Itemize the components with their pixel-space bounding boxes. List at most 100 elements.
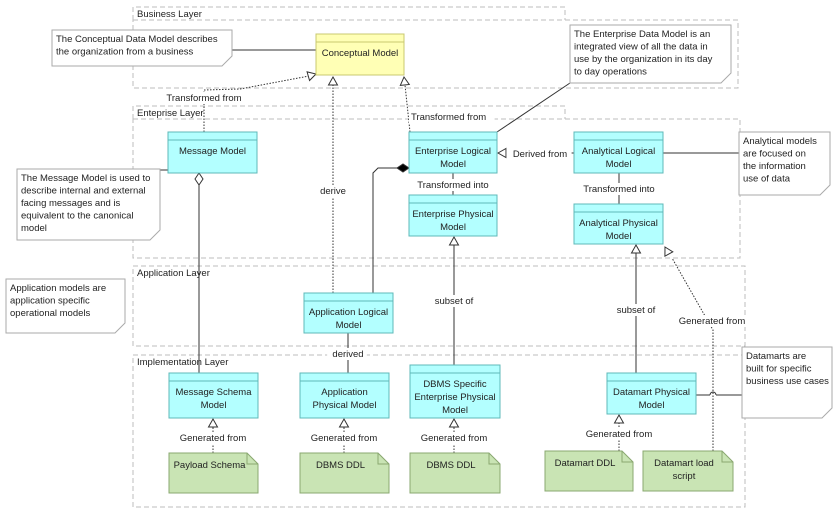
relation-label: Generated from (679, 316, 746, 327)
element-label: DBMS Specific (423, 379, 487, 390)
element-label: Model (639, 400, 665, 411)
relation-label: Transformed from (411, 112, 486, 123)
note-analytical[interactable]: Analytical models are focused onthe infor… (738, 131, 831, 196)
note-text: to day operations (574, 67, 647, 78)
layer-label: Enteprise Layer (137, 108, 204, 119)
arrowhead-icon (448, 417, 460, 428)
element-ent-logical[interactable]: Enterprise Logical Model (408, 131, 498, 174)
arrowhead-icon (630, 243, 642, 254)
element-ana-logical[interactable]: Analytical Logical Model (573, 131, 664, 174)
artifact-payload[interactable]: Payload Schema (168, 452, 259, 494)
aggregation-diamond-icon (194, 172, 204, 186)
relation-label: Transformed into (417, 180, 488, 191)
transformed-from-connector[interactable] (404, 84, 411, 133)
arrowhead-icon (338, 417, 350, 428)
note-text: The Message Model is used to (21, 173, 150, 184)
element-ana-physical[interactable]: Analytical Physical Model (573, 203, 664, 245)
element-message[interactable]: Message Model (167, 131, 258, 174)
element-dbms-specific[interactable]: DBMS Specific Enterprise Physical Model (409, 364, 501, 419)
artifact-label: Payload Schema (174, 460, 247, 471)
relation-label: Transformed from (166, 93, 241, 104)
relation-label: subset of (617, 305, 656, 316)
element-label: Datamart Physical (613, 387, 690, 398)
artifact-ddl1[interactable]: DBMS DDL (299, 452, 390, 494)
note-text: the organization from a business (56, 47, 194, 58)
relation-label: Generated from (421, 433, 488, 444)
note-text: Analytical models (743, 136, 817, 147)
arrowhead-icon (613, 413, 625, 424)
composition-diamond-icon (396, 163, 410, 173)
note-enterprise[interactable]: The Enterprise Data Model is an integrate… (569, 24, 732, 84)
element-label: Model (201, 400, 227, 411)
layer-label: Business Layer (137, 9, 202, 20)
note-link[interactable] (496, 82, 571, 133)
note-message[interactable]: The Message Model is used to describe int… (16, 168, 161, 241)
relation-label: derived (332, 349, 363, 360)
artifact-datamart-load[interactable]: Datamart load script (642, 450, 734, 492)
note-text: operational models (10, 308, 91, 319)
relation-label: Generated from (180, 433, 247, 444)
arrowhead-icon (448, 235, 460, 246)
element-ent-physical[interactable]: Enterprise Physical Model (408, 194, 498, 237)
element-label: Enterprise Logical (415, 146, 491, 157)
relation-label: derive (320, 186, 346, 197)
note-text: business use cases (746, 376, 829, 387)
artifact-ddl2[interactable]: DBMS DDL (409, 452, 501, 494)
element-label: Message Schema (175, 387, 252, 398)
artifact-label: script (673, 471, 696, 482)
arrowhead-icon (399, 75, 411, 86)
element-label: Physical Model (313, 400, 377, 411)
element-label: Enterprise Physical (412, 209, 493, 220)
relation-label: Transformed into (583, 184, 654, 195)
element-conceptual[interactable]: Conceptual Model (315, 33, 405, 76)
relation-label: Generated from (311, 433, 378, 444)
artifact-label: Datamart load (654, 458, 714, 469)
arrowhead-icon (496, 147, 507, 159)
note-text: use by the organization in its day (574, 54, 713, 65)
note-text: built for specific (746, 364, 812, 375)
note-text: The Conceptual Data Model describes (56, 34, 218, 45)
note-datamart[interactable]: Datamarts are built for specificbusiness … (741, 346, 833, 419)
element-datamart-physical[interactable]: Datamart Physical Model (606, 372, 697, 415)
note-application[interactable]: Application models are application specif… (5, 278, 126, 334)
artifact-label: Datamart DDL (555, 458, 616, 469)
element-label: Analytical Physical (579, 218, 658, 229)
layer-label: Implementation Layer (137, 357, 228, 368)
note-text: integrated view of all the data in (574, 42, 708, 53)
relation-label: subset of (435, 296, 474, 307)
artifact-datamart-ddl[interactable]: Datamart DDL (544, 450, 634, 492)
element-label: Conceptual Model (322, 48, 399, 59)
note-text: equivalent to the canonical (21, 211, 134, 222)
note-text: are focused on (743, 149, 806, 160)
note-text: facing messages and is (21, 198, 121, 209)
element-label: Message Model (179, 146, 246, 157)
note-text: use of data (743, 174, 791, 185)
element-label: Analytical Logical (582, 146, 655, 157)
composition-connector[interactable] (372, 167, 397, 293)
element-label: Application (321, 387, 367, 398)
arrowhead-icon (207, 417, 219, 428)
arrowhead-icon (306, 71, 317, 82)
element-label: Model (606, 159, 632, 170)
element-app-physical[interactable]: Application Physical Model (299, 372, 390, 419)
element-app-logical[interactable]: Application Logical Model (303, 292, 394, 334)
relation-label: Derived from (513, 149, 567, 160)
element-label: Model (336, 320, 362, 331)
note-text: describe internal and external (21, 186, 146, 197)
note-text: the information (743, 161, 806, 172)
artifact-label: DBMS DDL (316, 460, 365, 471)
artifact-label: DBMS DDL (426, 460, 475, 471)
element-label: Model (442, 405, 468, 416)
element-msg-schema[interactable]: Message Schema Model (168, 372, 259, 419)
relation-label: Generated from (586, 429, 653, 440)
note-text: model (21, 223, 47, 234)
note-conceptual[interactable]: The Conceptual Data Model describes the o… (51, 29, 233, 67)
element-label: Model (440, 159, 466, 170)
arrowhead-icon (664, 246, 674, 258)
arrowhead-icon (327, 75, 339, 86)
element-label: Model (606, 231, 632, 242)
element-label: Enterprise Physical (414, 392, 495, 403)
note-text: Datamarts are (746, 351, 806, 362)
diagram-canvas: Business Layer Enteprise Layer Application… (5, 6, 833, 508)
note-text: application specific (10, 296, 90, 307)
